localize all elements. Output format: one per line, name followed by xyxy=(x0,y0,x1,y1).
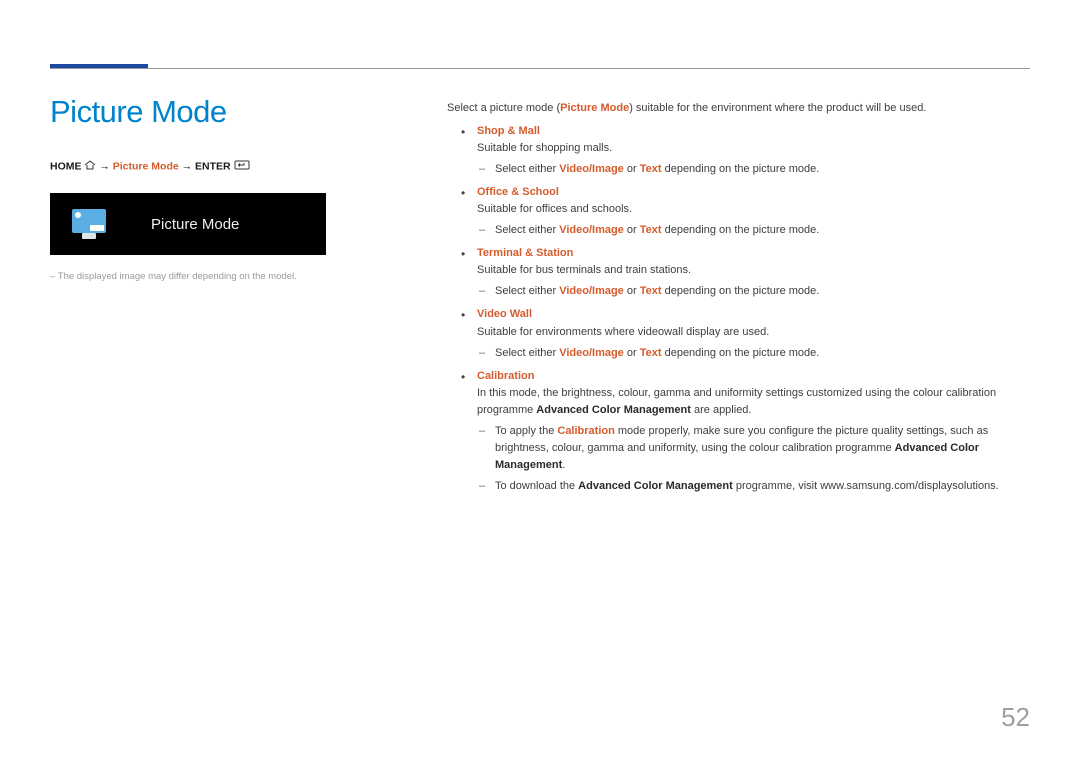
mode-name: Terminal & Station xyxy=(477,245,1029,262)
note-text: The displayed image may differ depending… xyxy=(58,271,297,282)
preview-tile: Picture Mode xyxy=(50,193,326,255)
mode-subnote: Select either Video/Image or Text depend… xyxy=(477,283,1029,300)
mode-item-office: Office & School Suitable for offices and… xyxy=(447,184,1029,239)
intro-line: Select a picture mode (Picture Mode) sui… xyxy=(447,100,1029,117)
header-rule xyxy=(50,68,1030,69)
page-number: 52 xyxy=(1001,702,1030,733)
mode-desc: Suitable for bus terminals and train sta… xyxy=(477,262,1029,279)
preview-label: Picture Mode xyxy=(151,216,239,233)
mode-name: Video Wall xyxy=(477,306,1029,323)
breadcrumb-enter: ENTER xyxy=(195,160,231,172)
mode-name: Office & School xyxy=(477,184,1029,201)
page-title: Picture Mode xyxy=(50,94,380,130)
mode-subnote: Select either Video/Image or Text depend… xyxy=(477,222,1029,239)
mode-item-terminal: Terminal & Station Suitable for bus term… xyxy=(447,245,1029,300)
calibration-note-1: To apply the Calibration mode properly, … xyxy=(477,423,1029,474)
intro-highlight: Picture Mode xyxy=(560,102,629,114)
mode-subnote: Select either Video/Image or Text depend… xyxy=(477,161,1029,178)
mode-desc: Suitable for environments where videowal… xyxy=(477,324,1029,341)
breadcrumb-current: Picture Mode xyxy=(113,160,179,172)
mode-item-shop: Shop & Mall Suitable for shopping malls.… xyxy=(447,123,1029,178)
mode-desc: In this mode, the brightness, colour, ga… xyxy=(477,385,1029,419)
note-dash: ‒ xyxy=(50,271,58,282)
breadcrumb-home: HOME xyxy=(50,160,82,172)
breadcrumb: HOME → Picture Mode → ENTER xyxy=(50,160,380,173)
home-icon xyxy=(84,160,96,173)
image-disclaimer: ‒ The displayed image may differ dependi… xyxy=(50,271,380,282)
mode-subnote: Select either Video/Image or Text depend… xyxy=(477,345,1029,362)
intro-pre: Select a picture mode ( xyxy=(447,102,560,114)
mode-name: Calibration xyxy=(477,368,1029,385)
mode-list: Shop & Mall Suitable for shopping malls.… xyxy=(447,123,1029,495)
enter-icon xyxy=(234,160,250,173)
mode-item-videowall: Video Wall Suitable for environments whe… xyxy=(447,306,1029,361)
right-column: Select a picture mode (Picture Mode) sui… xyxy=(447,100,1029,501)
mode-name: Shop & Mall xyxy=(477,123,1029,140)
mode-desc: Suitable for offices and schools. xyxy=(477,201,1029,218)
mode-desc: Suitable for shopping malls. xyxy=(477,140,1029,157)
monitor-icon xyxy=(72,209,106,239)
calibration-note-2: To download the Advanced Color Managemen… xyxy=(477,478,1029,495)
intro-post: ) suitable for the environment where the… xyxy=(629,102,926,114)
breadcrumb-arrow: → xyxy=(99,160,112,172)
breadcrumb-arrow: → xyxy=(182,160,195,172)
left-column: Picture Mode HOME → Picture Mode → ENTER… xyxy=(50,94,380,282)
mode-item-calibration: Calibration In this mode, the brightness… xyxy=(447,368,1029,495)
